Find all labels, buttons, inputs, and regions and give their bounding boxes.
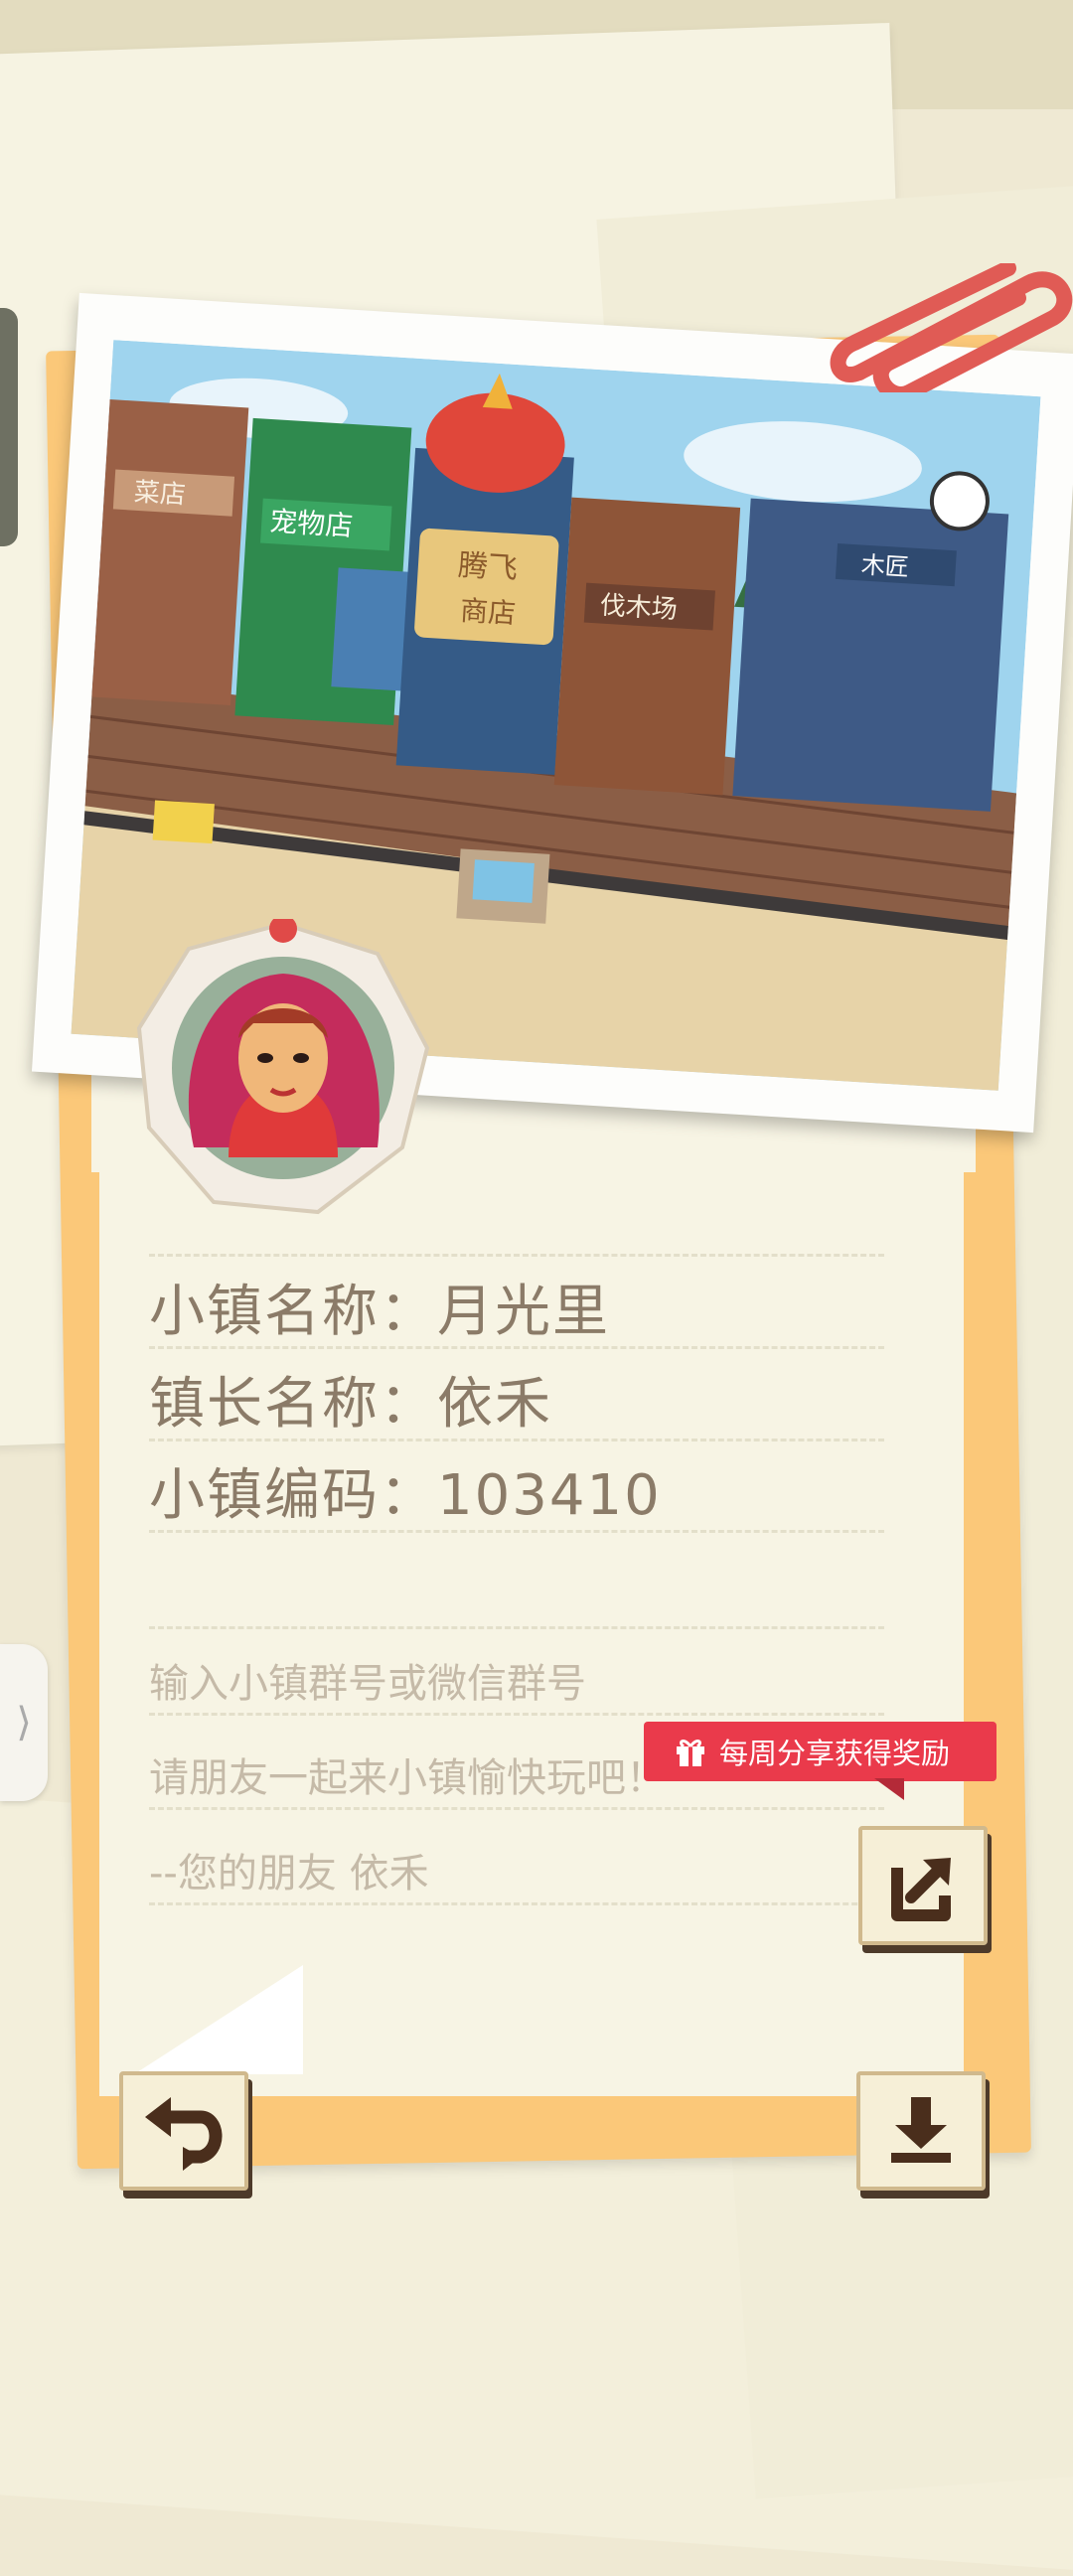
paperclip-icon	[830, 263, 1073, 392]
group-number-input[interactable]: 输入小镇群号或微信群号	[149, 1651, 884, 1716]
undo-arrow-icon	[145, 2097, 223, 2171]
town-code-label: 小镇编码：	[149, 1463, 437, 1528]
download-button[interactable]	[856, 2071, 986, 2191]
town-code-value: 103410	[437, 1463, 662, 1528]
banner-text: 每周分享获得奖励	[719, 1737, 951, 1770]
sign-pet-store: 宠物店	[268, 505, 354, 542]
sign-tengfei: 腾飞	[457, 548, 519, 587]
gift-icon	[677, 1740, 704, 1766]
mayor-name-value: 依禾	[437, 1372, 552, 1437]
town-code-row: 小镇编码：103410	[149, 1450, 884, 1533]
share-icon	[891, 1858, 951, 1921]
mayor-avatar[interactable]	[134, 915, 432, 1217]
side-expand-tab[interactable]: ⟩	[0, 1644, 48, 1801]
divider	[149, 1254, 884, 1257]
side-handle[interactable]	[0, 308, 18, 546]
sign-store: 商店	[459, 594, 517, 630]
sign-lumber-yard: 伐木场	[599, 591, 679, 626]
weekly-share-reward-banner: 每周分享获得奖励	[644, 1722, 996, 1781]
back-button[interactable]	[119, 2071, 248, 2191]
message-line-1: 输入小镇群号或微信群号	[149, 1661, 586, 1707]
town-name-value: 月光里	[437, 1280, 610, 1344]
banner-tail	[874, 1778, 904, 1800]
chevron-right-icon: ⟩	[16, 1700, 32, 1745]
share-button[interactable]	[858, 1826, 988, 1945]
town-name-row: 小镇名称：月光里	[149, 1267, 884, 1349]
sign-vegetable-store: 菜店	[133, 478, 187, 511]
message-line-3: --您的朋友 依禾	[149, 1851, 429, 1896]
torn-corner	[134, 1965, 303, 2074]
download-icon	[891, 2097, 951, 2163]
divider	[149, 1626, 884, 1629]
mayor-name-row: 镇长名称：依禾	[149, 1359, 884, 1441]
sign-carpenter: 木匠	[860, 551, 910, 582]
mayor-name-label: 镇长名称：	[149, 1372, 437, 1437]
message-line-2: 请朋友一起来小镇愉快玩吧！	[149, 1755, 666, 1801]
message-row-3[interactable]: --您的朋友 依禾	[149, 1841, 884, 1905]
town-name-label: 小镇名称：	[149, 1280, 437, 1344]
